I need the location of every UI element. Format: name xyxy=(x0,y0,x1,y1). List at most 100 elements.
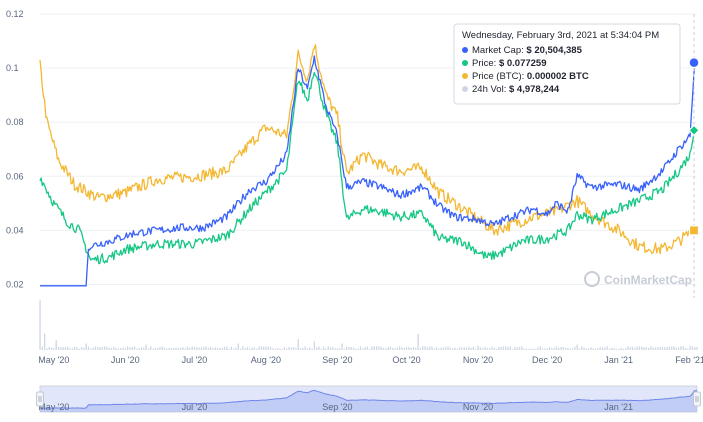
volume-bar xyxy=(456,348,458,350)
x-tick-label: Aug '20 xyxy=(251,355,281,365)
chart-canvas: 0.02 0.04 0.06 0.08 0.1 0.12 May '20 Jun '20 Ju… xyxy=(6,9,703,413)
volume-bar xyxy=(482,348,484,350)
volume-bar xyxy=(94,346,97,350)
volume-bar xyxy=(263,346,265,350)
volume-bar xyxy=(486,348,488,350)
volume-bar xyxy=(182,347,184,350)
volume-bar xyxy=(620,347,622,350)
volume-bar xyxy=(452,348,454,350)
volume-bar xyxy=(574,346,576,350)
volume-bar xyxy=(191,346,193,350)
navigator-left-handle[interactable] xyxy=(36,391,44,407)
volume-bar xyxy=(55,340,57,350)
volume-bar xyxy=(369,348,371,350)
volume-bar xyxy=(127,346,129,350)
volume-bar xyxy=(530,348,532,350)
volume-bar xyxy=(212,348,214,350)
volume-bar xyxy=(382,347,385,350)
volume-bar xyxy=(46,348,48,350)
tooltip-legend-dot xyxy=(462,73,468,79)
volume-bar xyxy=(518,346,521,350)
volume-bar xyxy=(657,347,659,350)
volume-bar xyxy=(318,346,320,350)
volume-bar xyxy=(599,347,601,350)
volume-bar xyxy=(341,343,343,350)
navigator-label: Jan '21 xyxy=(604,402,633,412)
volume-bar xyxy=(380,346,382,350)
volume-bar xyxy=(548,347,551,350)
x-tick-label: Nov '20 xyxy=(463,355,493,365)
volume-bar xyxy=(495,348,498,350)
watermark-text: CoinMarketCap xyxy=(604,273,692,287)
volume-bar xyxy=(613,348,615,350)
volume-bar xyxy=(173,347,175,350)
volume-bar xyxy=(44,333,46,350)
price-btc-marker xyxy=(688,225,700,236)
volume-bar xyxy=(611,347,613,350)
volume-bar xyxy=(228,348,230,350)
volume-bar xyxy=(641,346,643,350)
volume-bar xyxy=(237,343,239,350)
volume-bar xyxy=(687,348,689,350)
volume-bar xyxy=(138,348,140,350)
volume-bar xyxy=(336,348,339,350)
volume-bar xyxy=(511,348,514,350)
volume-bar xyxy=(355,348,357,350)
volume-bar xyxy=(588,348,590,350)
volume-bar xyxy=(615,348,618,350)
tooltip-row: Market Cap: $ 20,504,385 xyxy=(472,45,583,56)
volume-bar xyxy=(249,348,251,350)
volume-bar xyxy=(569,348,571,350)
volume-bar xyxy=(415,347,417,350)
volume-bar xyxy=(366,346,369,350)
volume-bar xyxy=(246,347,249,350)
volume-bar xyxy=(650,346,652,350)
volume-bar xyxy=(302,347,304,350)
volume-bar xyxy=(329,347,332,350)
volume-bar xyxy=(60,347,62,350)
volume-bar xyxy=(67,346,69,350)
volume-bar xyxy=(136,348,138,350)
volume-bar xyxy=(166,348,168,350)
volume-bar xyxy=(389,346,392,350)
volume-bar xyxy=(433,348,435,350)
volume-bar xyxy=(239,348,242,350)
volume-bar xyxy=(73,347,76,350)
volume-bar xyxy=(431,346,433,350)
volume-bar xyxy=(103,346,106,350)
volume-bar xyxy=(233,348,235,350)
volume-bar xyxy=(636,346,638,350)
volume-bar xyxy=(558,347,560,350)
navigator-label: Nov '20 xyxy=(463,402,493,412)
range-navigator[interactable]: May '20 Jul '20 Sep '20 Nov '20 Jan '21 xyxy=(36,385,701,413)
volume-bar xyxy=(408,346,410,350)
tooltip-legend-dot xyxy=(462,60,468,66)
volume-bar xyxy=(394,348,396,350)
volume-bar xyxy=(661,347,664,350)
volume-bar xyxy=(186,346,189,350)
volume-bar xyxy=(207,347,209,350)
volume-bar xyxy=(659,346,661,350)
volume-bar xyxy=(463,347,465,350)
volume-bar xyxy=(680,346,682,350)
volume-bars xyxy=(39,300,698,350)
volume-bar xyxy=(491,347,493,350)
volume-bar xyxy=(578,348,581,350)
volume-bar xyxy=(493,347,495,350)
volume-bar xyxy=(428,346,431,350)
volume-bar xyxy=(346,346,348,350)
tooltip-legend-dot xyxy=(462,47,468,53)
navigator-right-handle[interactable] xyxy=(693,391,701,407)
volume-bar xyxy=(350,346,352,350)
tooltip-legend-dot xyxy=(462,86,468,92)
volume-bar xyxy=(465,347,468,350)
volume-bar xyxy=(334,348,336,350)
volume-bar xyxy=(472,346,475,350)
volume-bar xyxy=(689,345,691,350)
volume-bar xyxy=(488,348,491,350)
volume-bar xyxy=(292,347,295,350)
tooltip-row-label: Price: xyxy=(472,58,499,69)
volume-bar xyxy=(592,348,594,350)
volume-bar xyxy=(57,346,60,350)
volume-bar xyxy=(601,347,604,350)
